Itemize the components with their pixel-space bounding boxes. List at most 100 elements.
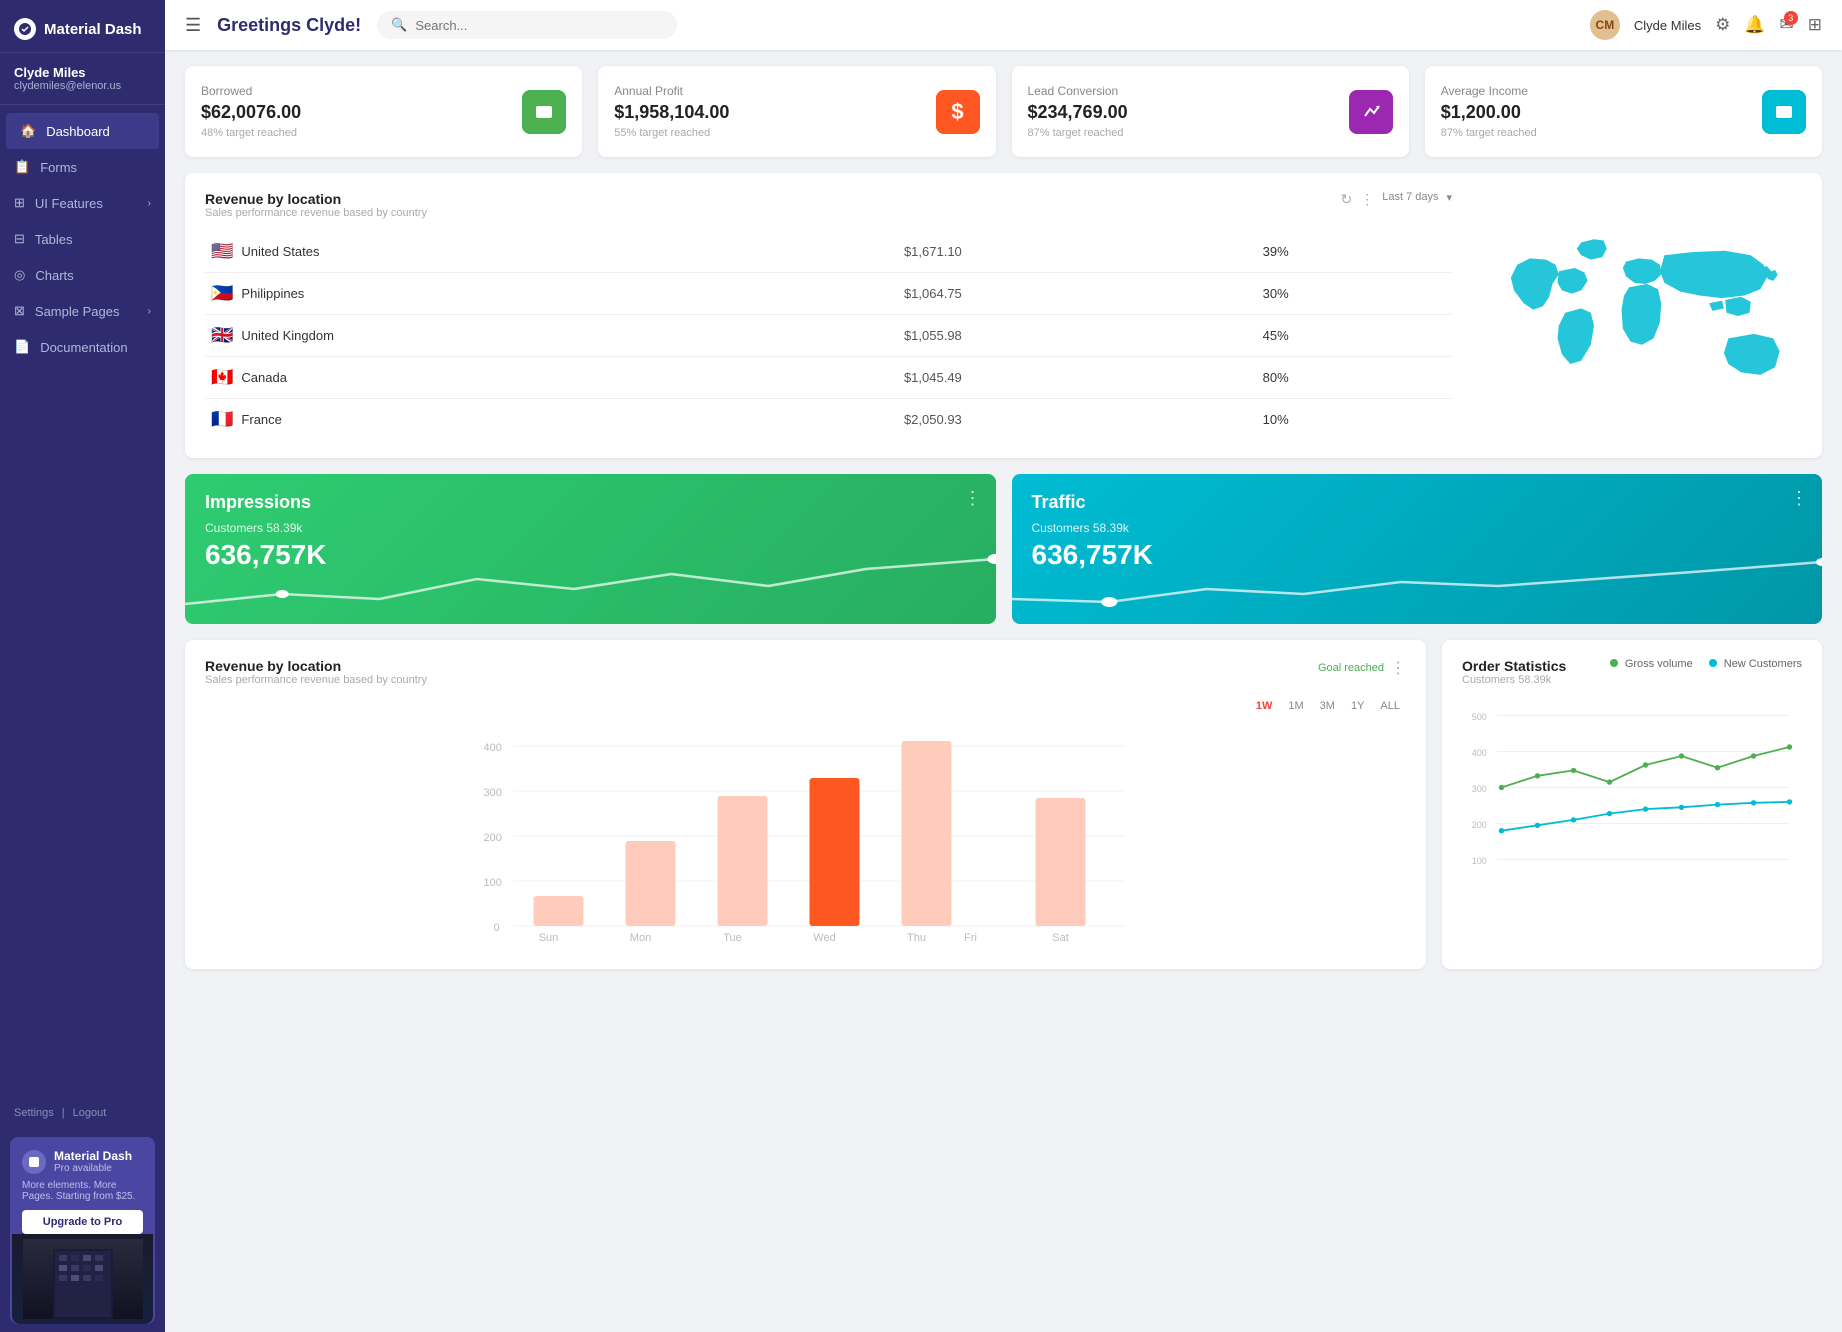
filter-1w[interactable]: 1W	[1250, 698, 1279, 714]
search-box[interactable]: 🔍	[377, 11, 677, 39]
content-area: Borrowed $62,0076.00 48% target reached …	[165, 50, 1842, 985]
svg-text:400: 400	[484, 742, 502, 754]
nav-item-charts[interactable]: ◎ Charts	[0, 257, 165, 293]
svg-text:200: 200	[1472, 820, 1487, 830]
nav-item-ui-features[interactable]: ⊞ UI Features ›	[0, 185, 165, 221]
traffic-more-icon[interactable]: ⋮	[1790, 488, 1808, 509]
stat-target-borrowed: 48% target reached	[201, 127, 522, 139]
new-label: New Customers	[1724, 658, 1802, 670]
filter-all[interactable]: ALL	[1374, 698, 1406, 714]
country-cell: 🇵🇭 Philippines	[205, 273, 898, 314]
user-name: Clyde Miles	[14, 65, 151, 80]
flag-icon: 🇨🇦	[211, 367, 233, 388]
stat-value-income: $1,200.00	[1441, 102, 1762, 123]
grid-icon[interactable]: ⊞	[1808, 15, 1822, 35]
svg-text:Sun: Sun	[539, 932, 559, 944]
nav-label-documentation: Documentation	[40, 340, 127, 355]
flag-icon: 🇫🇷	[211, 409, 233, 430]
documentation-icon: 📄	[14, 339, 30, 355]
country-cell: 🇫🇷 France	[205, 399, 898, 440]
sidebar-user: Clyde Miles clydemiles@elenor.us	[0, 53, 165, 105]
nav-label-tables: Tables	[35, 232, 73, 247]
notifications-icon[interactable]: 🔔	[1744, 15, 1765, 35]
more-icon[interactable]: ⋮	[1360, 191, 1374, 208]
nav-label-dashboard: Dashboard	[46, 124, 110, 139]
revenue-card-actions: ↻ ⋮ Last 7 days ▾	[1340, 191, 1452, 208]
stat-info-borrowed: Borrowed $62,0076.00 48% target reached	[201, 84, 522, 139]
sidebar-nav: 🏠 Dashboard 📋 Forms ⊞ UI Features › ⊟ Ta…	[0, 105, 165, 1097]
stat-label-borrowed: Borrowed	[201, 84, 522, 98]
date-filter[interactable]: Last 7 days	[1382, 191, 1438, 208]
filter-1y[interactable]: 1Y	[1345, 698, 1370, 714]
filter-1m[interactable]: 1M	[1282, 698, 1309, 714]
nav-item-tables[interactable]: ⊟ Tables	[0, 221, 165, 257]
order-stats-chart: 500 400 300 200 100	[1462, 702, 1802, 882]
svg-text:Mon: Mon	[630, 932, 651, 944]
svg-text:Wed: Wed	[813, 932, 835, 944]
svg-text:400: 400	[1472, 748, 1487, 758]
stat-cards: Borrowed $62,0076.00 48% target reached …	[185, 66, 1822, 157]
svg-text:500: 500	[1472, 712, 1487, 722]
promo-header: Material Dash Pro available	[22, 1149, 143, 1174]
nav-item-dashboard[interactable]: 🏠 Dashboard	[6, 113, 159, 149]
bar-chart-card: Revenue by location Sales performance re…	[185, 640, 1426, 969]
amount-cell: $1,055.98	[898, 315, 1257, 357]
bar-chart-area: 400 300 200 100 0	[205, 726, 1406, 951]
settings-icon[interactable]: ⚙	[1715, 15, 1730, 35]
revenue-location-card: Revenue by location Sales performance re…	[185, 173, 1822, 458]
promo-title: Material Dash	[54, 1149, 132, 1163]
promo-box: Material Dash Pro available More element…	[10, 1137, 155, 1324]
traffic-customers: Customers 58.39k	[1032, 521, 1803, 535]
stat-info-income: Average Income $1,200.00 87% target reac…	[1441, 84, 1762, 139]
svg-text:Fri: Fri	[964, 932, 977, 944]
menu-icon[interactable]: ☰	[185, 15, 201, 36]
amount-cell: $2,050.93	[898, 399, 1257, 441]
refresh-icon[interactable]: ↻	[1340, 191, 1352, 208]
flag-icon: 🇬🇧	[211, 325, 233, 346]
amount-cell: $1,064.75	[898, 273, 1257, 315]
legend-new: New Customers	[1709, 658, 1802, 670]
traffic-chart	[1012, 544, 1823, 624]
nav-item-forms[interactable]: 📋 Forms	[0, 149, 165, 185]
country-name: Canada	[241, 370, 287, 385]
dashboard-icon: 🏠	[20, 123, 36, 139]
svg-text:300: 300	[1472, 784, 1487, 794]
logout-link[interactable]: Logout	[73, 1107, 107, 1119]
table-row: 🇬🇧 United Kingdom $1,055.98 45%	[205, 315, 1452, 357]
svg-text:0: 0	[494, 922, 500, 934]
upgrade-button[interactable]: Upgrade to Pro	[22, 1210, 143, 1234]
mail-icon[interactable]: ✉ 3	[1780, 15, 1794, 35]
forms-icon: 📋	[14, 159, 30, 175]
percentage-cell: 45%	[1257, 315, 1452, 357]
impressions-chart	[185, 544, 996, 624]
amount-cell: $1,671.10	[898, 231, 1257, 273]
stat-icon-conversion	[1349, 90, 1393, 134]
metrics-grid: ⋮ Impressions Customers 58.39k 636,757K …	[185, 474, 1822, 624]
svg-text:100: 100	[484, 877, 502, 889]
settings-link[interactable]: Settings	[14, 1107, 54, 1119]
order-stats-legend: Gross volume New Customers	[1610, 658, 1802, 670]
stat-icon-borrowed	[522, 90, 566, 134]
footer-separator: |	[62, 1107, 65, 1119]
chevron-down-icon[interactable]: ▾	[1446, 191, 1452, 208]
nav-label-ui-features: UI Features	[35, 196, 103, 211]
stat-icon-profit: $	[936, 90, 980, 134]
svg-text:Sat: Sat	[1052, 932, 1069, 944]
search-input[interactable]	[415, 18, 663, 33]
percentage-cell: 30%	[1257, 273, 1452, 315]
nav-item-documentation[interactable]: 📄 Documentation	[0, 329, 165, 365]
svg-text:100: 100	[1472, 856, 1487, 866]
bar-chart-more-icon[interactable]: ⋮	[1390, 658, 1406, 678]
impressions-more-icon[interactable]: ⋮	[964, 488, 982, 509]
nav-label-sample-pages: Sample Pages	[35, 304, 120, 319]
stat-info-profit: Annual Profit $1,958,104.00 55% target r…	[614, 84, 935, 139]
country-name: France	[241, 412, 281, 427]
promo-description: More elements. More Pages. Starting from…	[22, 1180, 143, 1202]
world-map	[1482, 226, 1802, 406]
traffic-label: Traffic	[1032, 492, 1803, 513]
filter-3m[interactable]: 3M	[1314, 698, 1341, 714]
chart-filters: 1W 1M 3M 1Y ALL	[205, 698, 1406, 714]
revenue-card-header: Revenue by location Sales performance re…	[205, 191, 1452, 231]
nav-item-sample-pages[interactable]: ⊠ Sample Pages ›	[0, 293, 165, 329]
impressions-label: Impressions	[205, 492, 976, 513]
